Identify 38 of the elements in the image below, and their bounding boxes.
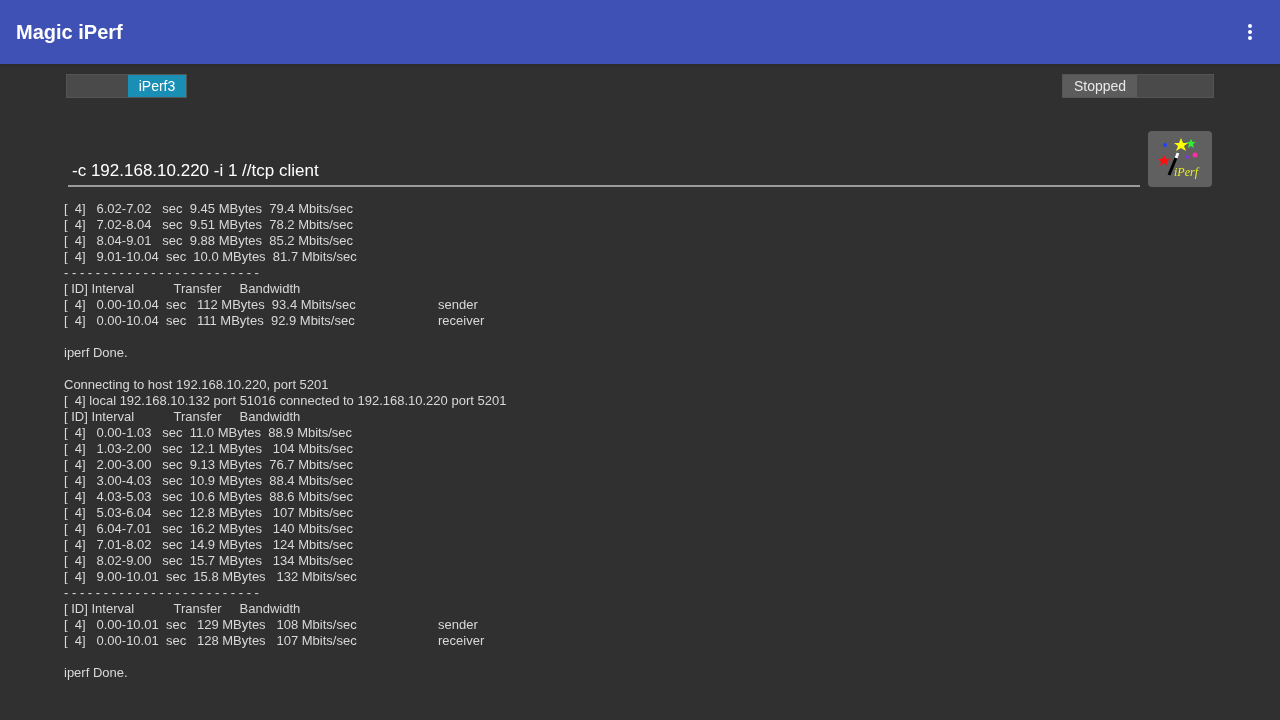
toggle-switch[interactable]: iPerf3 [66, 74, 187, 98]
log-line: [ 4] 3.00-4.03 sec 10.9 MBytes 88.4 Mbits/sec [64, 473, 354, 489]
divider-line: - - - - - - - - - - - - - - - - - - - - - - - - - [64, 585, 259, 601]
command-input[interactable]: -c 192.168.10.220 -i 1 //tcp client [68, 157, 1140, 187]
log-role: sender [438, 617, 478, 633]
log-line: [ 4] 0.00-1.03 sec 11.0 MBytes 88.9 Mbits/sec [64, 425, 353, 441]
log-line: [ 4] 0.00-10.04 sec 112 MBytes 93.4 Mbits/sec [64, 297, 357, 313]
log-line: [ 4] 9.01-10.04 sec 10.0 MBytes 81.7 Mbits/sec [64, 249, 357, 265]
log-line: [ 4] 0.00-10.01 sec 128 MBytes 107 Mbits/sec [64, 633, 358, 649]
app-title: Magic iPerf [16, 20, 123, 45]
log-line: [ ID] Interval Transfer Bandwidth [64, 281, 301, 297]
more-menu-icon[interactable] [1248, 24, 1252, 40]
logo-text: iPerf [1174, 164, 1198, 181]
log-line: [ 4] local 192.168.10.132 port 51016 connected to 192.168.10.220 port 5201 [64, 393, 507, 409]
log-line: [ 4] 4.03-5.03 sec 10.6 MBytes 88.6 Mbits/sec [64, 489, 354, 505]
log-role: sender [438, 297, 478, 313]
log-line: [ 4] 1.03-2.00 sec 12.1 MBytes 104 Mbits/sec [64, 441, 354, 457]
log-line: [ 4] 6.02-7.02 sec 9.45 MBytes 79.4 Mbits/sec [64, 201, 354, 217]
log-line: [ 4] 7.01-8.02 sec 14.9 MBytes 124 Mbits/sec [64, 537, 354, 553]
log-line: [ ID] Interval Transfer Bandwidth [64, 409, 301, 425]
toggle-switch[interactable]: Stopped [1062, 74, 1214, 98]
log-line: [ 4] 2.00-3.00 sec 9.13 MBytes 76.7 Mbits/sec [64, 457, 354, 473]
log-line: [ 4] 7.02-8.04 sec 9.51 MBytes 78.2 Mbits/sec [64, 217, 354, 233]
log-line: [ 4] 8.02-9.00 sec 15.7 MBytes 134 Mbits/sec [64, 553, 354, 569]
log-line: [ 4] 0.00-10.01 sec 129 MBytes 108 Mbits/sec [64, 617, 358, 633]
log-line: [ 4] 0.00-10.04 sec 111 MBytes 92.9 Mbits/sec [64, 313, 356, 329]
log-line: iperf Done. [64, 345, 128, 361]
divider-line: - - - - - - - - - - - - - - - - - - - - - - - - - [64, 265, 259, 281]
log-line: [ 4] 6.04-7.01 sec 16.2 MBytes 140 Mbits/sec [64, 521, 354, 537]
log-line: iperf Done. [64, 665, 128, 681]
app-logo[interactable]: iPerf [1148, 131, 1212, 187]
log-line: [ ID] Interval Transfer Bandwidth [64, 601, 301, 617]
log-line: [ 4] 5.03-6.04 sec 12.8 MBytes 107 Mbits/sec [64, 505, 354, 521]
log-role: receiver [438, 313, 485, 329]
log-line: Connecting to host 192.168.10.220, port 5201 [64, 377, 329, 393]
log-role: receiver [438, 633, 485, 649]
log-line: [ 4] 8.04-9.01 sec 9.88 MBytes 85.2 Mbits/sec [64, 233, 354, 249]
log-line: [ 4] 9.00-10.01 sec 15.8 MBytes 132 Mbits/sec [64, 569, 357, 585]
